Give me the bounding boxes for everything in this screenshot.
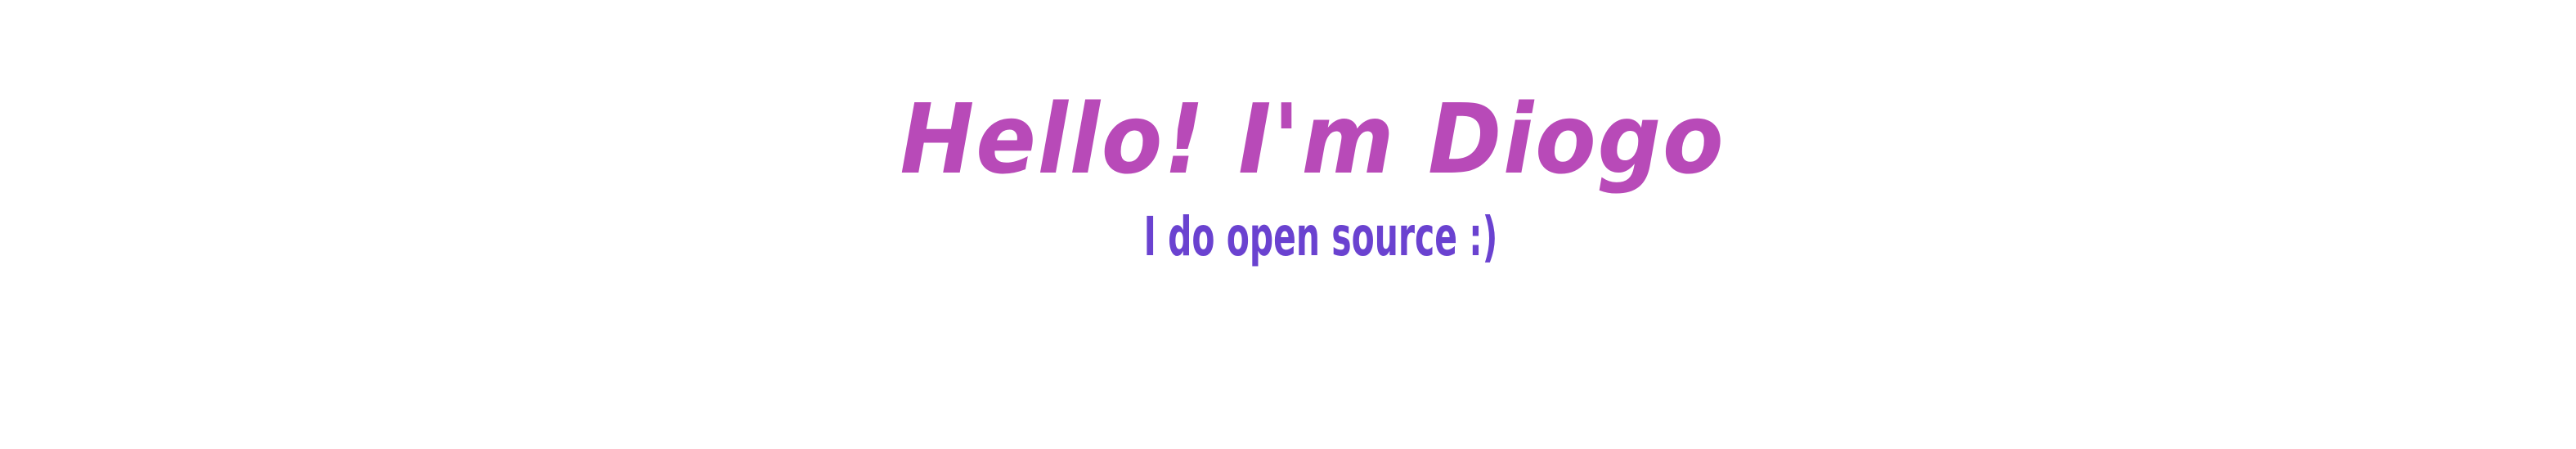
greeting-title: Hello! I'm Diogo [900,83,1726,195]
greeting-subtitle: I do open source :) [1143,205,1498,268]
